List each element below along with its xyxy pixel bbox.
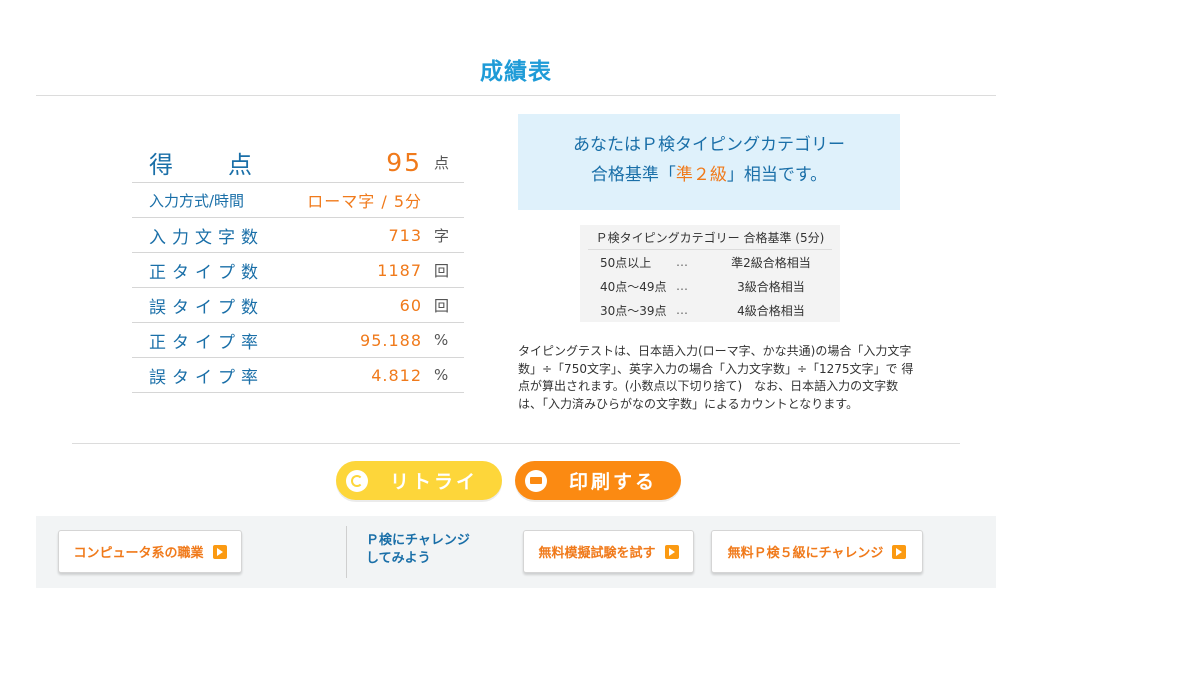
score-table: 得 点 95 点 入力方式/時間 ローマ字 / 5分 入力文字数 713 字 正… [132,143,464,393]
retry-button[interactable]: リトライ [336,461,502,500]
arrow-right-icon [212,544,227,559]
criteria-level: 3級合格相当 [737,279,805,294]
result-line-2: 合格基準「準２級」相当です。 [518,160,900,190]
criteria-level: 準2級合格相当 [731,255,811,270]
criteria-range: 40点～49点 [600,279,667,294]
mock-exam-button[interactable]: 無料模擬試験を試す [523,530,694,573]
retry-icon [346,469,368,492]
score-row-correct-types: 正タイプ数 1187 回 [132,253,464,288]
score-total-unit: 点 [434,154,450,172]
score-row-char-count: 入力文字数 713 字 [132,218,464,253]
computer-jobs-label: コンピュータ系の職業 [73,546,204,561]
score-row-value: 4.812 [371,365,422,385]
page-title: 成績表 [480,59,552,85]
computer-jobs-button[interactable]: コンピュータ系の職業 [58,530,242,573]
score-total-label-char: 得 [149,151,173,179]
result-line-1: あなたはＰ検タイピングカテゴリー [573,135,845,155]
grade5-challenge-label: 無料Ｐ検５級にチャレンジ [727,546,884,561]
result-message-box: あなたはＰ検タイピングカテゴリー 合格基準「準２級」相当です。 [518,114,900,210]
score-row-correct-rate: 正タイプ率 95.188 % [132,323,464,358]
score-row-label: 誤タイプ数 [149,297,264,318]
result-grade: 準２級 [675,165,727,185]
score-row-error-rate: 誤タイプ率 4.812 % [132,358,464,393]
score-row-label: 誤タイプ率 [149,367,264,388]
criteria-row: 40点～49点 … 3級合格相当 [580,274,840,298]
criteria-level: 4級合格相当 [737,303,805,318]
criteria-separator: … [676,303,688,317]
criteria-title: Ｐ検タイピングカテゴリー 合格基準 (5分) [588,225,832,250]
grade5-challenge-button[interactable]: 無料Ｐ検５級にチャレンジ [711,530,923,573]
retry-label: リトライ [390,471,479,493]
score-row-value: 60 [399,295,422,315]
score-row-unit: 字 [434,226,450,245]
criteria-range: 50点以上 [600,255,652,270]
score-row-error-types: 誤タイプ数 60 回 [132,288,464,323]
criteria-row: 50点以上 … 準2級合格相当 [580,250,840,274]
criteria-separator: … [676,279,688,293]
arrow-right-icon [892,544,907,559]
score-row-unit: % [434,366,449,384]
mock-exam-label: 無料模擬試験を試す [538,546,656,561]
footer-divider [346,526,347,578]
criteria-separator: … [676,255,688,269]
score-row-label: 入力方式/時間 [149,191,245,210]
score-total-value: 95 [386,148,422,177]
score-row-unit: 回 [434,296,450,315]
score-row-label: 正タイプ数 [149,262,264,283]
print-button[interactable]: 印刷する [515,461,681,500]
score-total-label: 得 点 [132,145,252,180]
section-divider [72,443,960,444]
criteria-table: Ｐ検タイピングカテゴリー 合格基準 (5分) 50点以上 … 準2級合格相当 4… [580,225,840,322]
score-row-value: 95.188 [360,330,422,350]
criteria-range: 30点～39点 [600,303,667,318]
score-row-total: 得 点 95 点 [132,143,464,183]
print-label: 印刷する [569,471,658,493]
result-suffix: 」相当です。 [726,165,828,185]
score-row-value: ローマ字 / 5分 [307,192,422,211]
score-row-value: 713 [388,225,422,245]
score-row-input-method: 入力方式/時間 ローマ字 / 5分 [132,183,464,218]
criteria-row: 30点～39点 … 4級合格相当 [580,298,840,322]
score-row-unit: 回 [434,261,450,280]
score-row-unit: % [434,331,449,349]
title-divider [36,95,996,96]
scoring-note: タイピングテストは、日本語入力(ローマ字、かな共通)の場合「入力文字数」÷「75… [518,344,914,411]
score-row-label: 入力文字数 [149,227,264,248]
score-row-label: 正タイプ率 [149,332,264,353]
score-total-label-char: 点 [228,151,252,179]
result-prefix: 合格基準「 [590,165,676,185]
printer-icon [525,469,547,492]
footer-links: コンピュータ系の職業 Ｐ検にチャレンジ してみよう 無料模擬試験を試す 無料Ｐ検… [36,516,996,588]
arrow-right-icon [664,544,679,559]
challenge-heading: Ｐ検にチャレンジ してみよう [366,533,470,566]
score-row-value: 1187 [377,260,422,280]
